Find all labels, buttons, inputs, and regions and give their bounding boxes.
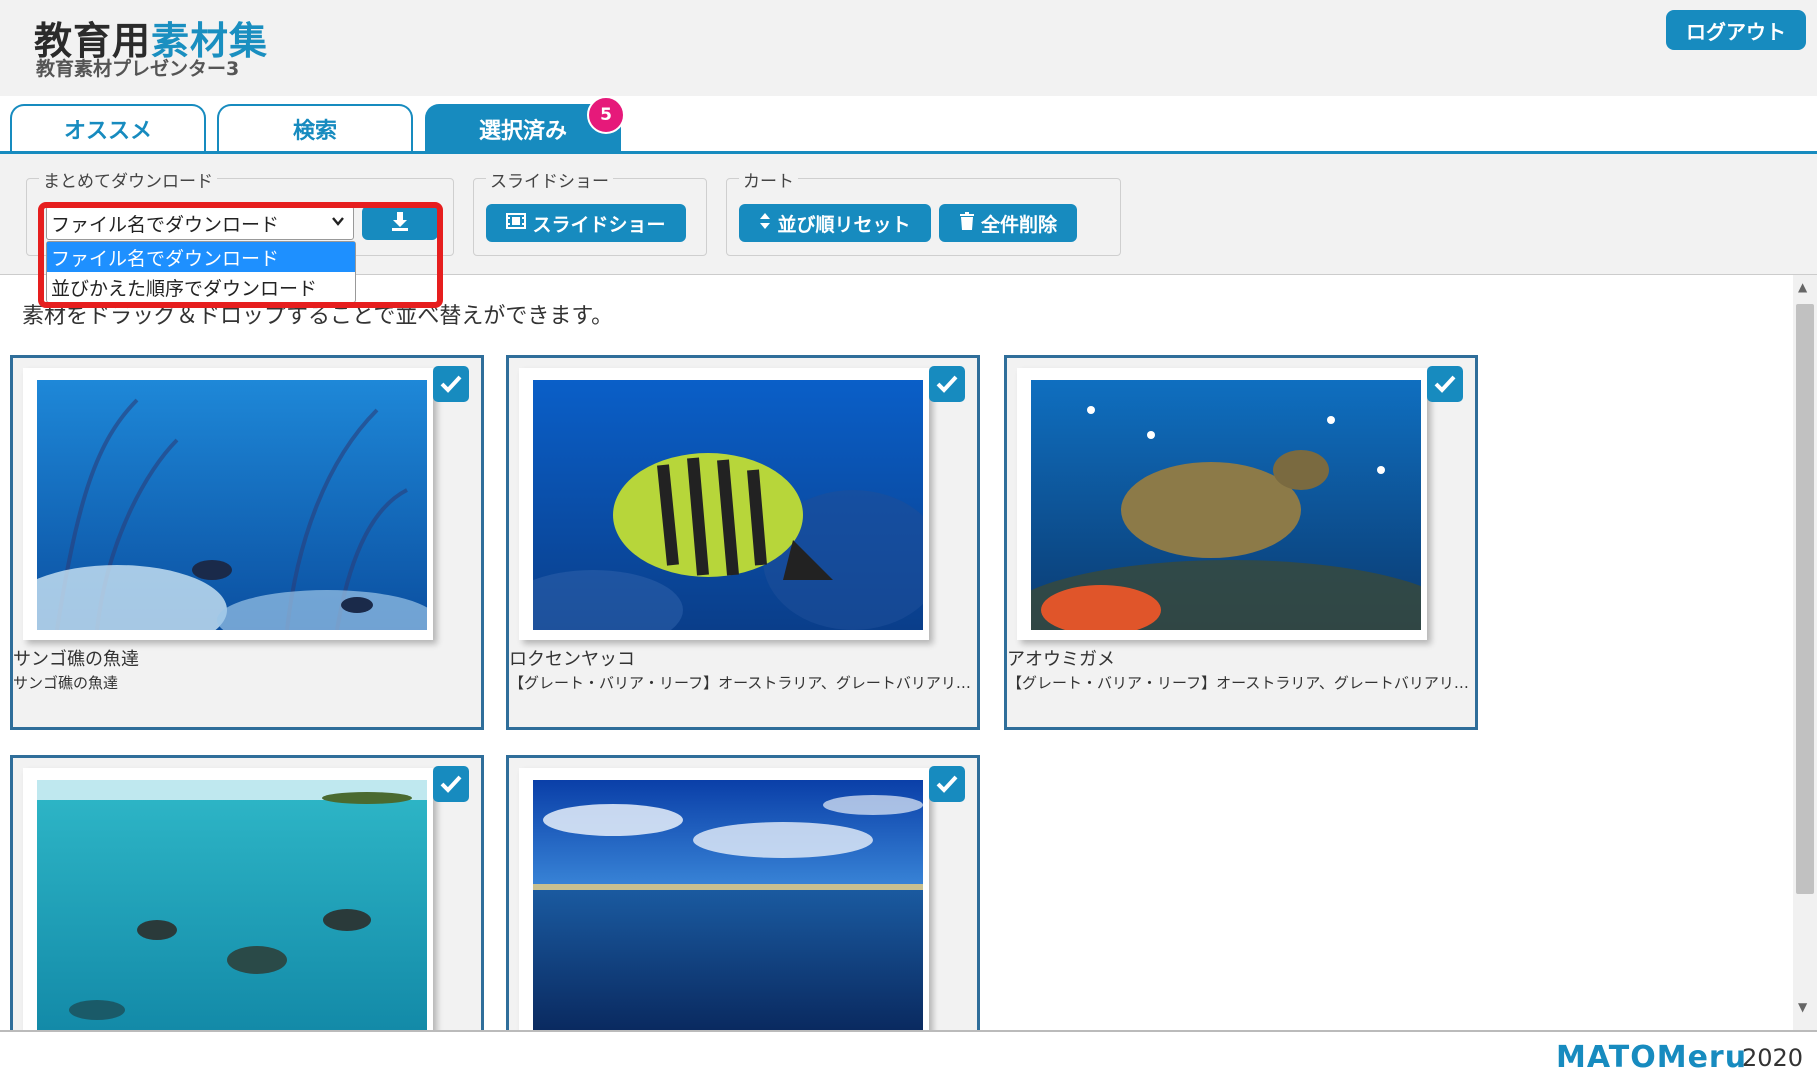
reset-order-button[interactable]: 並び順リセット <box>739 204 931 242</box>
reset-order-label: 並び順リセット <box>777 213 911 236</box>
material-card[interactable]: ロクセンヤッコ 【グレート・バリア・リーフ】オーストラリア、グレートバリアリーフ <box>506 355 980 730</box>
selected-checkbox[interactable] <box>433 766 469 802</box>
copyright-year: 2020 <box>1742 1044 1804 1072</box>
check-icon <box>1434 375 1456 393</box>
sort-icon <box>759 212 771 235</box>
tab-recommended[interactable]: オススメ <box>10 104 206 151</box>
selected-checkbox[interactable] <box>929 766 965 802</box>
delete-all-label: 全件削除 <box>980 213 1057 236</box>
selected-checkbox[interactable] <box>1427 366 1463 402</box>
material-card[interactable]: サンゴ礁の魚達 サンゴ礁の魚達 <box>10 355 484 730</box>
app-header: 教育用素材集 教育素材プレゼンター3 ログアウト <box>0 0 1817 96</box>
slideshow-button-label: スライドショー <box>532 213 666 236</box>
material-thumbnail[interactable] <box>519 768 929 1040</box>
slideshow-button[interactable]: スライドショー <box>486 204 686 242</box>
material-card[interactable]: アオウミガメ 【グレート・バリア・リーフ】オーストラリア、グレートバリアリーフ <box>1004 355 1478 730</box>
check-icon <box>936 375 958 393</box>
app-footer: MATOMeru 2020 <box>0 1030 1817 1080</box>
material-thumbnail[interactable] <box>23 368 433 640</box>
turtles-shallow-water-image <box>37 780 427 1030</box>
material-title: ロクセンヤッコ <box>509 649 635 670</box>
ocean-sky-image <box>533 780 923 1030</box>
check-icon <box>440 375 462 393</box>
bulk-download-legend: まとめてダウンロード <box>39 167 217 192</box>
angelfish-image <box>533 380 923 630</box>
check-icon <box>440 775 462 793</box>
coral-reef-image <box>37 380 427 630</box>
trash-icon <box>959 211 975 235</box>
tab-search[interactable]: 検索 <box>217 104 413 151</box>
logout-button[interactable]: ログアウト <box>1666 10 1806 50</box>
material-thumbnail[interactable] <box>23 768 433 1040</box>
film-icon <box>506 212 527 234</box>
scrollbar-thumb[interactable] <box>1796 304 1814 894</box>
material-description: 【グレート・バリア・リーフ】オーストラリア、グレートバリアリーフ <box>509 674 979 692</box>
material-thumbnail[interactable] <box>1017 368 1427 640</box>
selected-count-badge: 5 <box>587 96 625 134</box>
material-title: サンゴ礁の魚達 <box>13 649 139 670</box>
scroll-down-arrow-icon[interactable]: ▼ <box>1798 1000 1807 1014</box>
highlight-box <box>38 202 443 308</box>
check-icon <box>936 775 958 793</box>
material-title: アオウミガメ <box>1007 649 1115 670</box>
material-thumbnail[interactable] <box>519 368 929 640</box>
selected-checkbox[interactable] <box>929 366 965 402</box>
sea-turtle-image <box>1031 380 1421 630</box>
scroll-up-arrow-icon[interactable]: ▲ <box>1798 280 1807 294</box>
material-description: 【グレート・バリア・リーフ】オーストラリア、グレートバリアリーフ <box>1007 674 1477 692</box>
slideshow-legend: スライドショー <box>486 167 613 192</box>
cart-legend: カート <box>739 167 798 192</box>
tab-bar: オススメ 検索 選択済み <box>0 96 1817 154</box>
selected-checkbox[interactable] <box>433 366 469 402</box>
material-description: サンゴ礁の魚達 <box>13 674 119 692</box>
delete-all-button[interactable]: 全件削除 <box>939 204 1077 242</box>
app-subtitle: 教育素材プレゼンター3 <box>36 58 240 80</box>
brand-logo: MATOMeru <box>1556 1040 1748 1075</box>
